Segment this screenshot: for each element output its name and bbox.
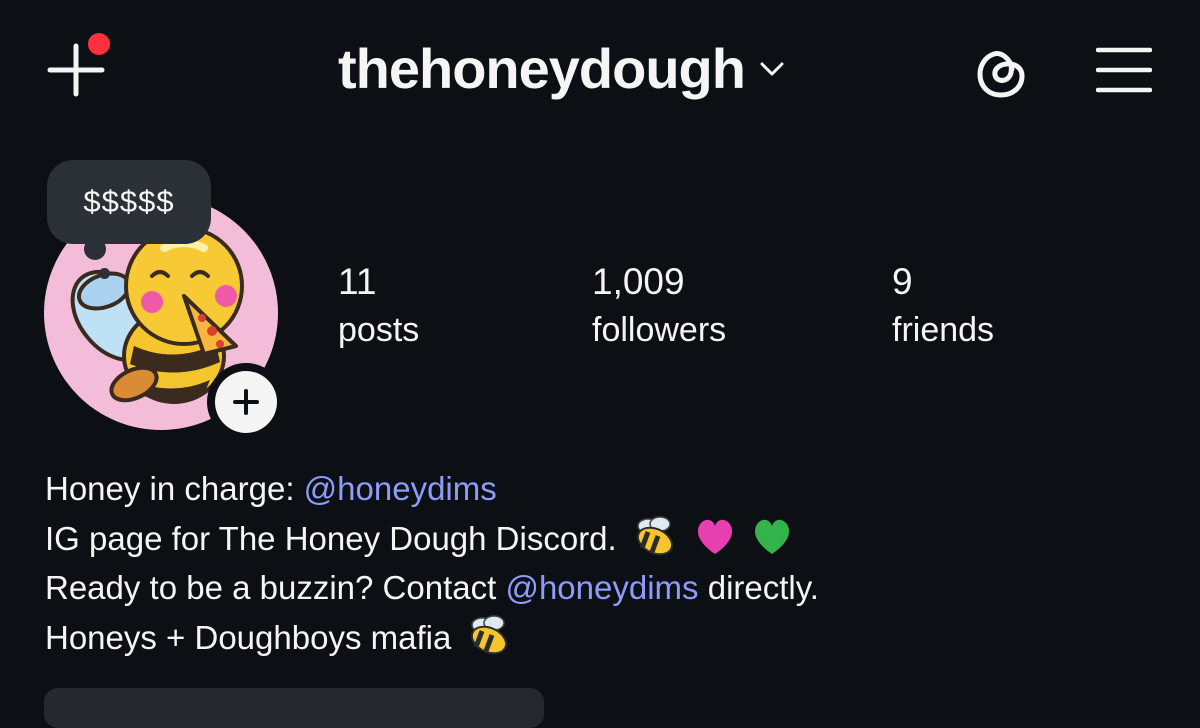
bio-text: Ready to be a buzzin? Contact xyxy=(45,569,506,606)
add-story-inner xyxy=(215,371,277,433)
stat-posts[interactable]: 11 posts xyxy=(338,262,419,356)
bio-line-2: IG page for The Honey Dough Discord. xyxy=(45,514,1165,564)
bio-text: IG page for The Honey Dough Discord. xyxy=(45,519,617,557)
bio-text: directly. xyxy=(698,569,819,606)
hamburger-menu-icon[interactable] xyxy=(1096,46,1152,94)
profile-header: thehoneydough xyxy=(0,0,1200,140)
profile-username: thehoneydough xyxy=(338,37,746,100)
notification-dot xyxy=(88,33,110,55)
account-switcher[interactable]: thehoneydough xyxy=(338,34,785,104)
stat-friends[interactable]: 9 friends xyxy=(892,262,994,356)
profile-note-text: $$$$$ xyxy=(83,184,175,219)
bio-line-1: Honey in charge: @honeydims xyxy=(45,464,1165,514)
note-bubble-tail-small xyxy=(99,268,110,279)
chevron-down-icon xyxy=(760,62,784,76)
bio-text: Honeys + Doughboys mafia xyxy=(45,618,452,656)
bio-line-4: Honeys + Doughboys mafia xyxy=(45,613,1165,663)
stat-friends-label: friends xyxy=(892,311,995,349)
bio-text: Honey in charge: xyxy=(45,470,304,507)
pink-heart-emoji xyxy=(698,519,733,554)
plus-icon xyxy=(233,389,259,415)
stat-followers-label: followers xyxy=(592,311,727,349)
stat-followers-count: 1,009 xyxy=(592,261,685,302)
bee-emoji xyxy=(636,515,673,555)
stat-posts-count: 11 xyxy=(338,261,377,302)
bio-mention-link[interactable]: @honeydims xyxy=(505,569,698,606)
note-bubble-tail xyxy=(84,238,106,260)
edit-profile-button[interactable] xyxy=(44,688,544,728)
bio-mention-link[interactable]: @honeydims xyxy=(304,470,497,507)
bee-emoji xyxy=(471,614,508,654)
stat-followers[interactable]: 1,009 followers xyxy=(592,262,726,356)
bio-line-3: Ready to be a buzzin? Contact @honeydims… xyxy=(45,563,1165,613)
add-story-button[interactable] xyxy=(207,363,285,441)
threads-icon[interactable] xyxy=(972,43,1030,101)
stat-posts-label: posts xyxy=(338,311,420,349)
green-heart-emoji xyxy=(755,519,790,554)
profile-bio: Honey in charge: @honeydims IG page for … xyxy=(45,464,1165,662)
profile-note-bubble[interactable]: $$$$$ xyxy=(47,160,211,244)
stat-friends-count: 9 xyxy=(892,261,913,302)
